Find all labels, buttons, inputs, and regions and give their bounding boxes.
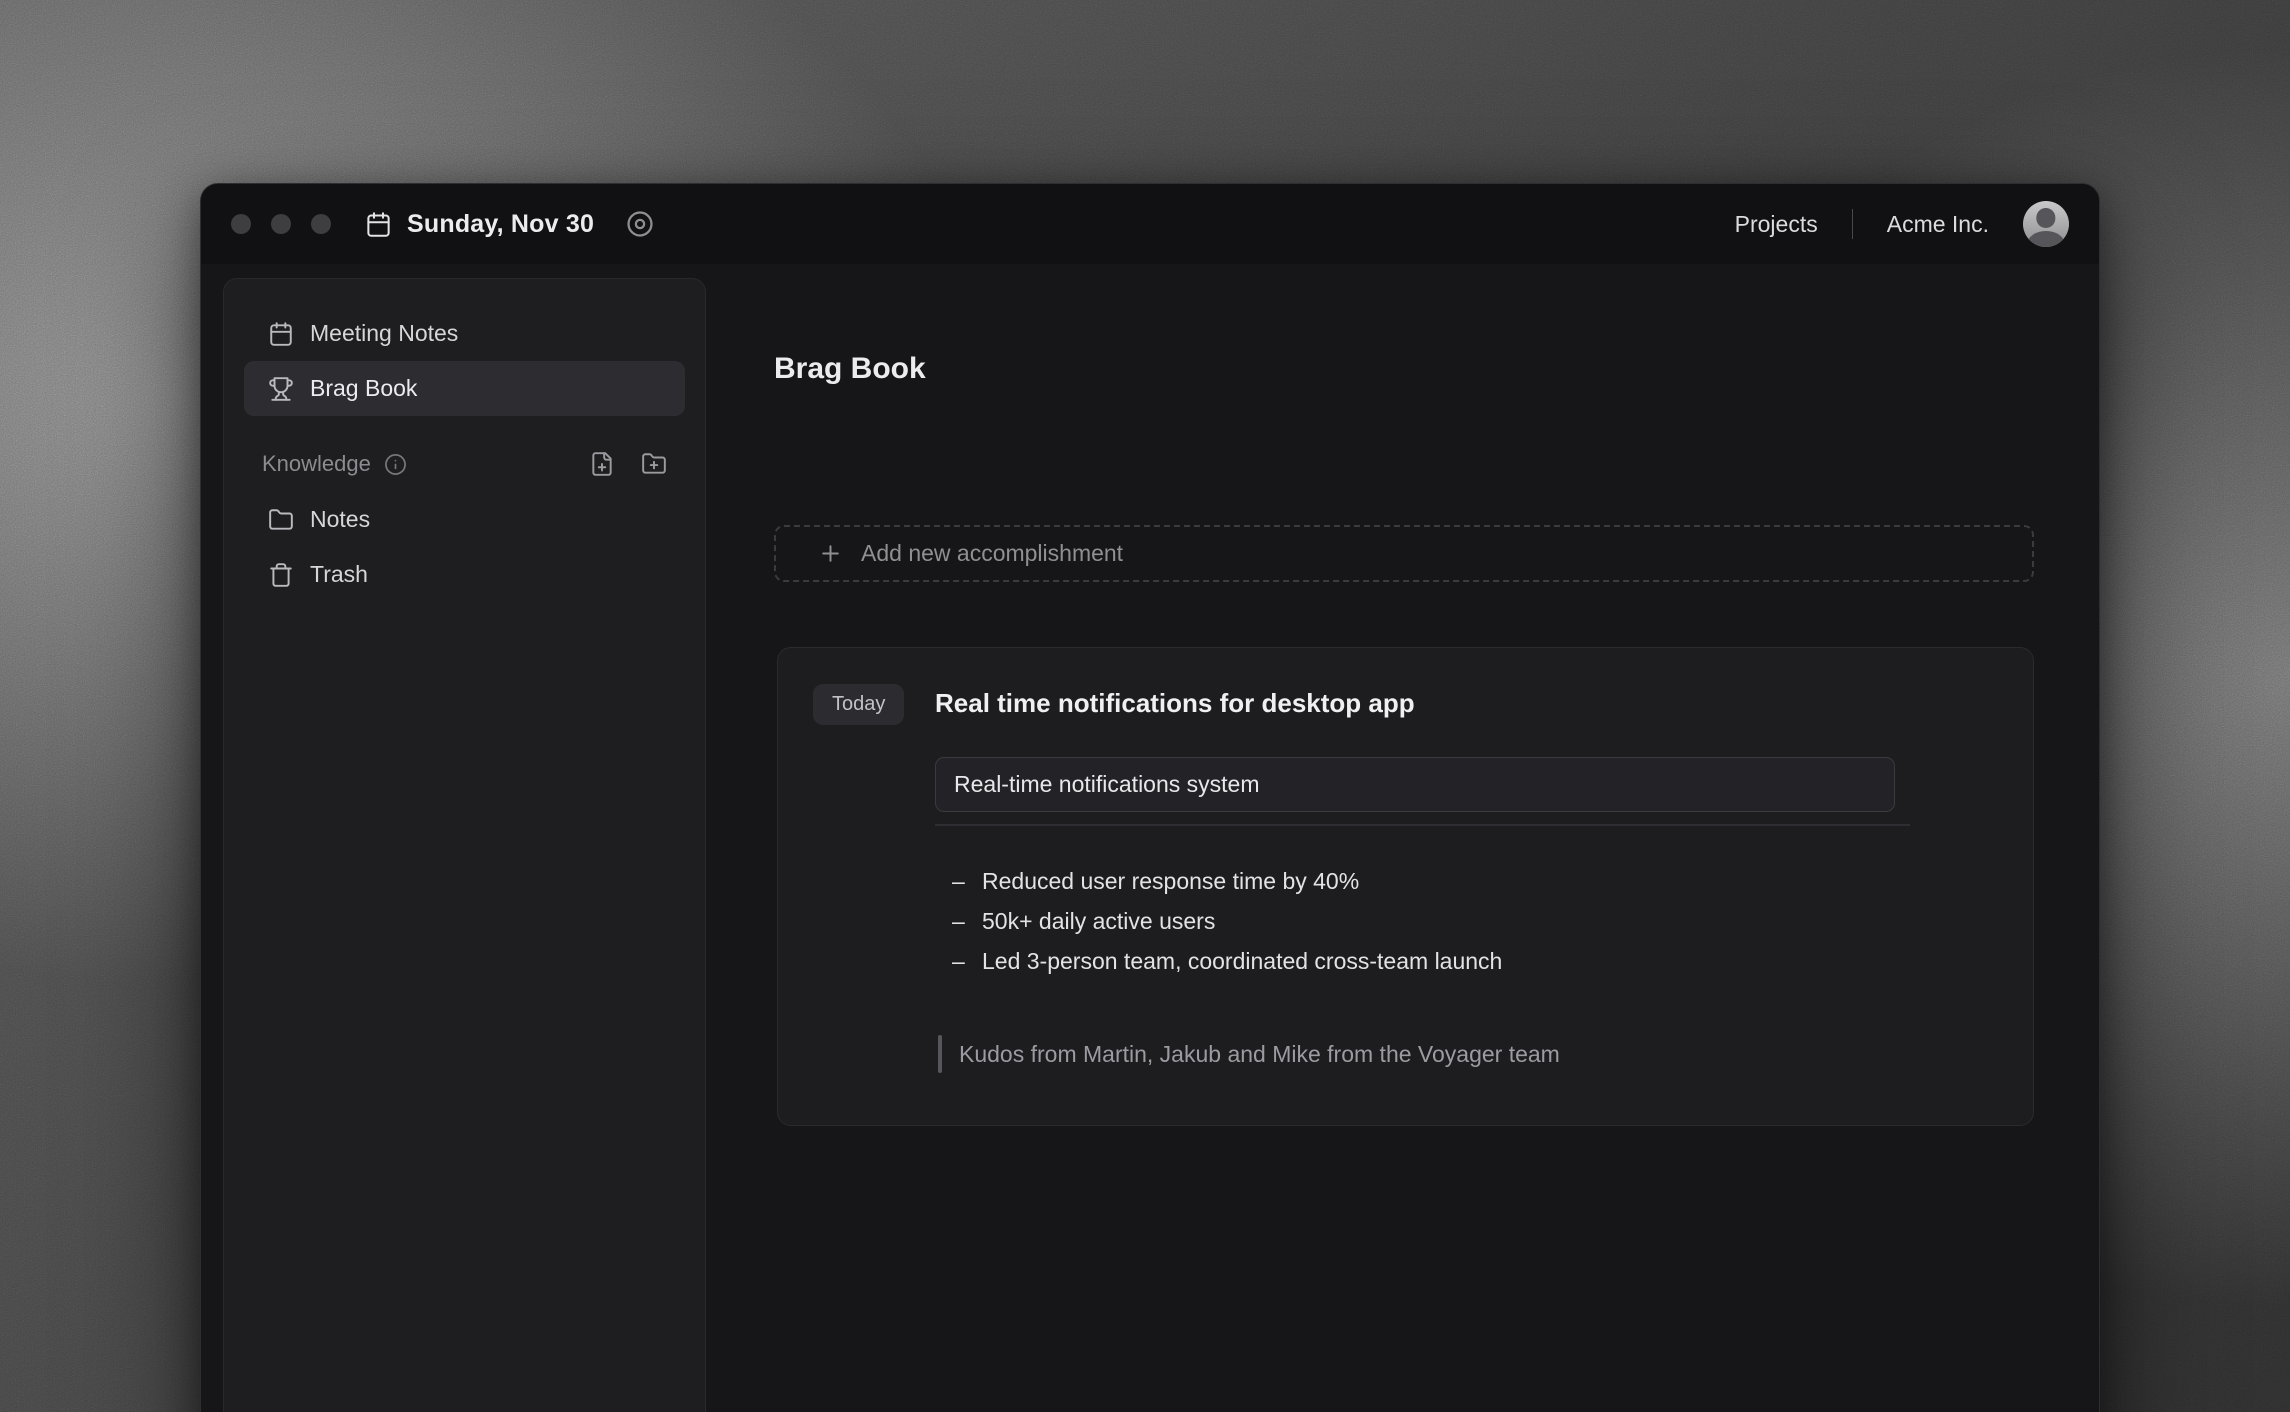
- bullet-marker: –: [952, 948, 982, 975]
- sidebar-item-notes[interactable]: Notes: [244, 492, 685, 547]
- sidebar-item-label: Brag Book: [310, 375, 417, 402]
- accomplishment-title: Real time notifications for desktop app: [935, 688, 1415, 719]
- plus-icon: [818, 541, 843, 566]
- add-accomplishment-label: Add new accomplishment: [861, 540, 1123, 567]
- sidebar-item-meeting-notes[interactable]: Meeting Notes: [244, 306, 685, 361]
- titlebar-right: Projects Acme Inc.: [1735, 201, 2069, 247]
- calendar-icon: [365, 211, 392, 238]
- page-title: Brag Book: [774, 352, 926, 386]
- current-date-label: Sunday, Nov 30: [407, 210, 594, 239]
- zoom-button[interactable]: [311, 214, 331, 234]
- close-button[interactable]: [231, 214, 251, 234]
- quote-bar: [938, 1035, 942, 1073]
- today-target-button[interactable]: [624, 208, 656, 240]
- new-folder-button[interactable]: [641, 451, 667, 477]
- list-item: – Led 3-person team, coordinated cross-t…: [952, 941, 1502, 981]
- kudos-quote: Kudos from Martin, Jakub and Mike from t…: [938, 1035, 1560, 1073]
- quote-text: Kudos from Martin, Jakub and Mike from t…: [959, 1041, 1560, 1068]
- bullet-text: Led 3-person team, coordinated cross-tea…: [982, 948, 1502, 975]
- sidebar: Meeting Notes Brag Book Knowledge: [223, 278, 706, 1412]
- knowledge-section-header: Knowledge: [244, 442, 685, 486]
- desktop: Sunday, Nov 30 Projects Acme Inc.: [0, 0, 2290, 1412]
- org-switcher[interactable]: Acme Inc.: [1887, 211, 1989, 238]
- list-item: – 50k+ daily active users: [952, 901, 1502, 941]
- accomplishment-bullet-list: – Reduced user response time by 40% – 50…: [952, 861, 1502, 981]
- accomplishment-card: Today Real time notifications for deskto…: [777, 647, 2034, 1126]
- sidebar-item-brag-book[interactable]: Brag Book: [244, 361, 685, 416]
- list-item: – Reduced user response time by 40%: [952, 861, 1502, 901]
- projects-link[interactable]: Projects: [1735, 211, 1818, 238]
- date-badge: Today: [813, 684, 904, 725]
- user-avatar[interactable]: [2023, 201, 2069, 247]
- date-navigator[interactable]: Sunday, Nov 30: [365, 210, 594, 239]
- info-icon[interactable]: [384, 453, 407, 476]
- input-divider: [935, 824, 1910, 826]
- bullet-marker: –: [952, 908, 982, 935]
- add-accomplishment-button[interactable]: Add new accomplishment: [774, 525, 2034, 582]
- minimize-button[interactable]: [271, 214, 291, 234]
- avatar-silhouette-head: [2036, 208, 2055, 227]
- sidebar-item-label: Meeting Notes: [310, 320, 458, 347]
- linked-note-input[interactable]: [935, 757, 1895, 812]
- main-content: Brag Book Add new accomplishment Today R…: [774, 278, 2099, 1412]
- sidebar-item-trash[interactable]: Trash: [244, 547, 685, 602]
- bullet-text: 50k+ daily active users: [982, 908, 1215, 935]
- avatar-silhouette-body: [2027, 231, 2066, 247]
- calendar-icon: [268, 321, 294, 347]
- titlebar: Sunday, Nov 30 Projects Acme Inc.: [201, 184, 2099, 264]
- bullet-text: Reduced user response time by 40%: [982, 868, 1359, 895]
- app-window: Sunday, Nov 30 Projects Acme Inc.: [200, 183, 2100, 1412]
- trash-icon: [268, 562, 294, 588]
- knowledge-label: Knowledge: [262, 451, 371, 477]
- sidebar-item-label: Trash: [310, 561, 368, 588]
- trophy-icon: [268, 376, 294, 402]
- new-note-button[interactable]: [589, 451, 615, 477]
- titlebar-divider: [1852, 209, 1853, 239]
- bullet-marker: –: [952, 868, 982, 895]
- sidebar-item-label: Notes: [310, 506, 370, 533]
- folder-icon: [268, 507, 294, 533]
- window-controls: [231, 214, 331, 234]
